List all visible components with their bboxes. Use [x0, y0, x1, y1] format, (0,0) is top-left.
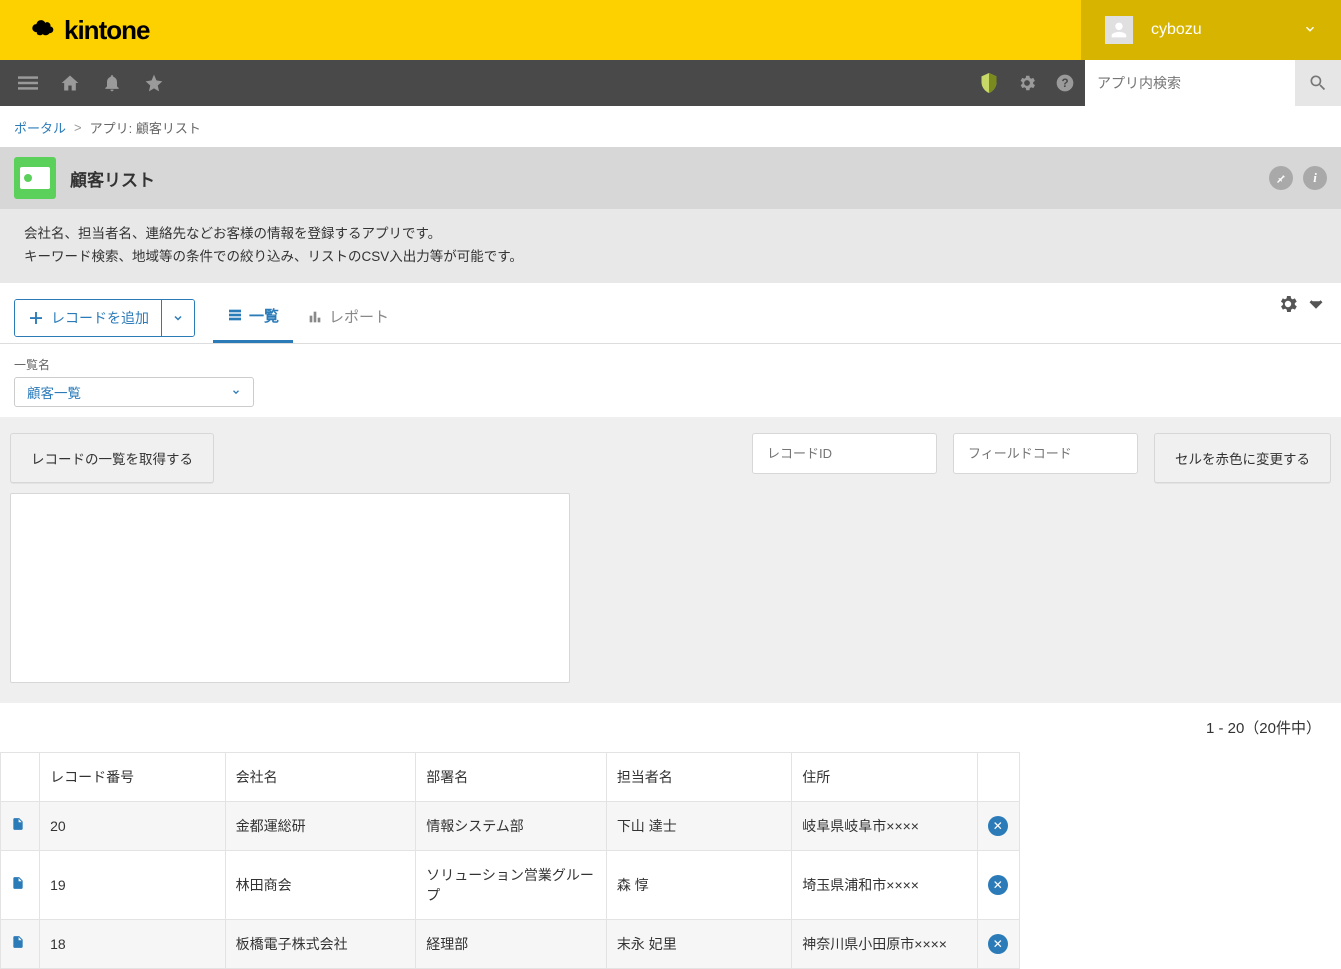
tab-list[interactable]: 一覧	[213, 293, 293, 343]
cell-address: 神奈川県小田原市××××	[792, 919, 977, 968]
cell-record-no: 20	[40, 801, 225, 850]
svg-text:?: ?	[1061, 77, 1068, 90]
chart-icon	[307, 309, 323, 325]
cell-person: 森 惇	[606, 850, 791, 919]
cell-person: 下山 達士	[606, 801, 791, 850]
row-detail-icon[interactable]	[1, 919, 40, 968]
table-row[interactable]: 19林田商会ソリューション営業グループ森 惇埼玉県浦和市×××× ✕	[1, 850, 1020, 919]
add-record-label: レコードを追加	[51, 308, 149, 328]
gear-icon[interactable]	[1017, 73, 1037, 93]
search-wrap	[1085, 60, 1341, 106]
table-row[interactable]: 20金都運総研情報システム部下山 達士岐阜県岐阜市×××× ✕	[1, 801, 1020, 850]
menu-icon[interactable]	[18, 73, 38, 93]
table-icon	[227, 307, 243, 323]
col-company[interactable]: 会社名	[225, 752, 416, 801]
custom-area: レコードの一覧を取得する セルを赤色に変更する	[0, 417, 1341, 703]
field-code-input[interactable]	[953, 433, 1138, 474]
tab-report-label: レポート	[329, 306, 389, 327]
app-description: 会社名、担当者名、連絡先などお客様の情報を登録するアプリです。 キーワード検索、…	[0, 209, 1341, 283]
user-menu[interactable]: cybozu	[1081, 0, 1341, 60]
list-select[interactable]: 顧客一覧	[14, 377, 254, 407]
chevron-down-icon	[231, 387, 241, 397]
records-table: レコード番号 会社名 部署名 担当者名 住所 20金都運総研情報システム部下山 …	[0, 752, 1020, 969]
breadcrumb-portal[interactable]: ポータル	[14, 118, 66, 137]
cloud-icon	[30, 16, 58, 44]
record-id-input[interactable]	[752, 433, 937, 474]
brand-text: kintone	[64, 15, 149, 46]
row-detail-icon[interactable]	[1, 801, 40, 850]
add-record-dropdown[interactable]	[161, 300, 194, 336]
app-desc-line2: キーワード検索、地域等の条件での絞り込み、リストのCSV入出力等が可能です。	[24, 246, 1317, 269]
cell-company: 金都運総研	[225, 801, 416, 850]
breadcrumb-current: アプリ: 顧客リスト	[90, 118, 201, 137]
tab-list-label: 一覧	[249, 305, 279, 326]
col-dept[interactable]: 部署名	[416, 752, 607, 801]
pin-icon[interactable]	[1269, 166, 1293, 190]
cell-dept: 経理部	[416, 919, 607, 968]
row-delete-button[interactable]: ✕	[988, 816, 1008, 836]
view-settings[interactable]	[1277, 293, 1327, 315]
row-detail-icon[interactable]	[1, 850, 40, 919]
output-box	[10, 493, 570, 683]
row-delete-button[interactable]: ✕	[988, 934, 1008, 954]
search-input[interactable]	[1085, 60, 1295, 106]
list-select-label: 一覧名	[14, 356, 1327, 373]
tab-report[interactable]: レポート	[293, 294, 403, 341]
app-desc-line1: 会社名、担当者名、連絡先などお客様の情報を登録するアプリです。	[24, 223, 1317, 246]
change-cell-red-button[interactable]: セルを赤色に変更する	[1154, 433, 1331, 483]
search-icon	[1308, 73, 1328, 93]
avatar	[1105, 16, 1133, 44]
view-toolbar: レコードを追加 一覧 レポート	[0, 283, 1341, 344]
star-icon[interactable]	[144, 73, 164, 93]
col-record-no[interactable]: レコード番号	[40, 752, 225, 801]
breadcrumb-sep: >	[74, 120, 82, 135]
info-icon[interactable]: i	[1303, 166, 1327, 190]
fetch-records-button[interactable]: レコードの一覧を取得する	[10, 433, 214, 483]
row-delete-button[interactable]: ✕	[988, 875, 1008, 895]
gear-icon	[1277, 293, 1299, 315]
bell-icon[interactable]	[102, 73, 122, 93]
chevron-down-icon	[1305, 293, 1327, 315]
app-icon	[14, 157, 56, 199]
list-select-value: 顧客一覧	[27, 382, 81, 402]
table-row[interactable]: 18板橋電子株式会社経理部末永 妃里神奈川県小田原市×××× ✕	[1, 919, 1020, 968]
col-delete	[977, 752, 1019, 801]
col-person[interactable]: 担当者名	[606, 752, 791, 801]
cell-address: 岐阜県岐阜市××××	[792, 801, 977, 850]
cell-record-no: 19	[40, 850, 225, 919]
top-bar: kintone cybozu	[0, 0, 1341, 60]
nav-bar: ?	[0, 60, 1341, 106]
shield-icon[interactable]	[979, 71, 999, 95]
chevron-down-icon	[172, 312, 184, 324]
add-record-group: レコードを追加	[14, 299, 195, 337]
cell-dept: 情報システム部	[416, 801, 607, 850]
app-title: 顧客リスト	[70, 166, 1255, 191]
app-header: 顧客リスト i	[0, 147, 1341, 209]
chevron-down-icon	[1303, 22, 1317, 39]
list-select-area: 一覧名 顧客一覧	[0, 344, 1341, 417]
cell-record-no: 18	[40, 919, 225, 968]
col-icon	[1, 752, 40, 801]
help-icon[interactable]: ?	[1055, 73, 1075, 93]
col-address[interactable]: 住所	[792, 752, 977, 801]
breadcrumb: ポータル > アプリ: 顧客リスト	[0, 106, 1341, 147]
search-button[interactable]	[1295, 60, 1341, 106]
plus-icon	[27, 309, 45, 327]
home-icon[interactable]	[60, 73, 80, 93]
cell-company: 板橋電子株式会社	[225, 919, 416, 968]
cell-dept: ソリューション営業グループ	[416, 850, 607, 919]
pager: 1 - 20（20件中）	[0, 703, 1341, 752]
brand-logo[interactable]: kintone	[30, 15, 149, 46]
cell-person: 末永 妃里	[606, 919, 791, 968]
cell-address: 埼玉県浦和市××××	[792, 850, 977, 919]
user-name: cybozu	[1151, 21, 1285, 39]
cell-company: 林田商会	[225, 850, 416, 919]
add-record-button[interactable]: レコードを追加	[15, 300, 161, 336]
